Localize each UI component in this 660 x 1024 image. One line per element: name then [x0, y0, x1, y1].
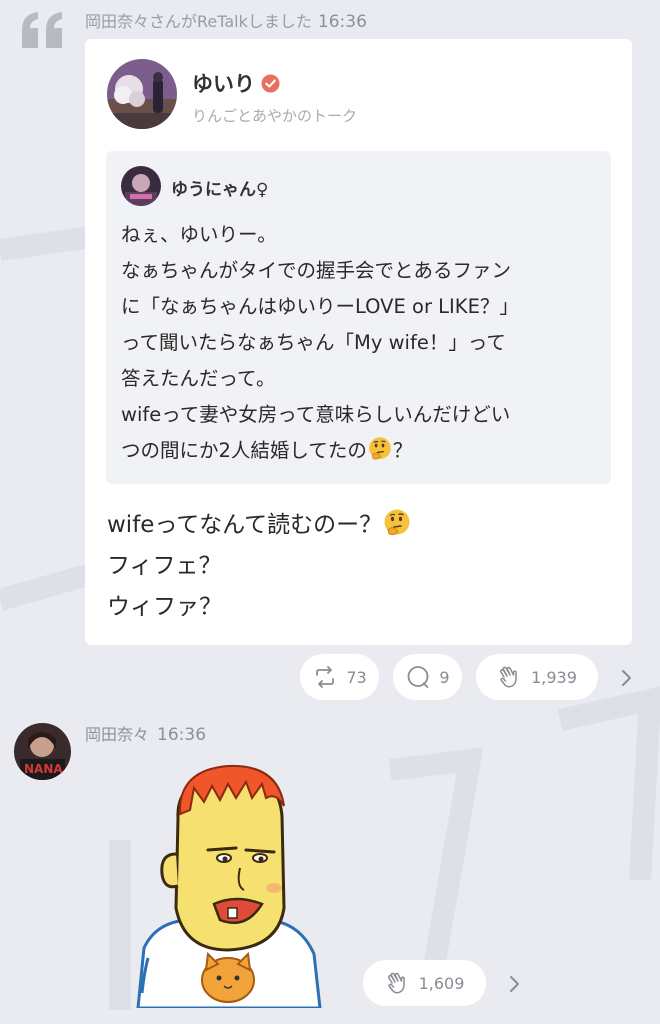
- clap-icon: [500, 666, 517, 688]
- clap-count: 1,939: [531, 667, 577, 687]
- svg-text:NANA: NANA: [24, 762, 63, 776]
- card-body-text: wifeってなんて読むのー？ フィフェ？ ウィファ？: [107, 505, 412, 628]
- post-author-avatar[interactable]: NANA: [14, 723, 71, 780]
- quoted-line: って聞いたらなぁちゃん「My wife！」って: [121, 331, 506, 354]
- quoted-line: ねぇ、ゆいりー。: [121, 223, 277, 246]
- verified-badge-icon: [261, 73, 280, 93]
- retalk-count: 73: [346, 667, 367, 687]
- quoted-line: つの間にか2人結婚してたの: [121, 439, 367, 462]
- retalk-header-text: 岡田奈々さんがReTalkしました: [85, 12, 312, 31]
- post-clap-count: 1,609: [418, 973, 465, 993]
- thinking-face-emoji: [384, 509, 410, 536]
- comment-icon: [408, 666, 429, 688]
- quoted-line: wifeって妻や女房って意味らしいんだけどい: [121, 403, 511, 426]
- retalk-time: 16:36: [317, 12, 367, 32]
- card-author-name[interactable]: ゆいり: [192, 68, 255, 98]
- post-clap-button[interactable]: 1,609: [363, 960, 486, 1006]
- body-line: ウィファ？: [107, 594, 222, 620]
- quoted-line: 答えたんだって。: [121, 367, 276, 390]
- retalk-card[interactable]: ゆいり りんごとあやかのトーク ゆうにゃん♀ ねぇ、ゆいりー。 なぁちゃんがタイ…: [85, 39, 632, 645]
- body-line-row: wifeってなんて読むのー？: [107, 505, 412, 546]
- comment-count: 9: [439, 667, 450, 687]
- quoted-text: ねぇ、ゆいりー。 なぁちゃんがタイでの握手会でとあるファン に「なぁちゃんはゆい…: [121, 217, 601, 469]
- clap-button[interactable]: 1,939: [476, 654, 598, 700]
- quoted-line: ？: [392, 439, 413, 462]
- quoted-line: に「なぁちゃんはゆいりーLOVE or LIKE？」: [121, 295, 519, 318]
- sticker-image[interactable]: [128, 758, 328, 1008]
- comment-button[interactable]: 9: [393, 654, 462, 700]
- retalk-header: 岡田奈々さんがReTalkしました 16:36: [85, 8, 367, 32]
- quoted-line: なぁちゃんがタイでの握手会でとあるファン: [121, 259, 512, 282]
- thinking-face-emoji: [368, 437, 391, 460]
- quoted-post[interactable]: ゆうにゃん♀ ねぇ、ゆいりー。 なぁちゃんがタイでの握手会でとあるファン に「な…: [106, 151, 611, 484]
- body-line: フィフェ？: [107, 553, 222, 579]
- clap-icon: [387, 972, 405, 994]
- body-line: wifeってなんて読むのー？: [107, 512, 383, 538]
- card-author-avatar[interactable]: [107, 59, 177, 129]
- chevron-right-icon[interactable]: [504, 974, 524, 994]
- post-header: 岡田奈々 16:36: [85, 721, 206, 745]
- card-author-name-row: ゆいり: [192, 68, 280, 98]
- quoted-author-name: ゆうにゃん♀: [171, 180, 269, 200]
- retalk-icon: [316, 666, 335, 688]
- post-author-name[interactable]: 岡田奈々: [85, 721, 149, 745]
- post-time: 16:36: [157, 725, 207, 745]
- quote-icon: [22, 12, 62, 48]
- retalk-button[interactable]: 73: [300, 654, 379, 700]
- card-subtitle[interactable]: りんごとあやかのトーク: [192, 105, 357, 126]
- chevron-right-icon[interactable]: [616, 668, 636, 688]
- quoted-author-avatar[interactable]: [121, 166, 161, 206]
- quoted-line-last: つの間にか2人結婚してたの ？: [121, 433, 601, 469]
